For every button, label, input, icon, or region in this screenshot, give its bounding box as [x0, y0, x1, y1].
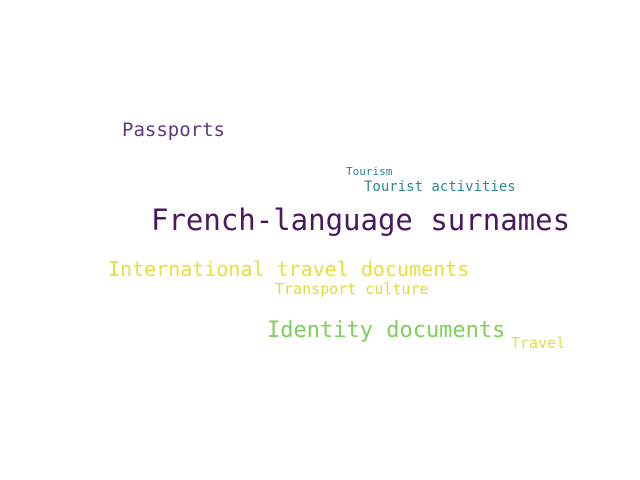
word-international-travel-documents: International travel documents [108, 257, 470, 281]
word-cloud: Passports Tourism Tourist activities Fre… [0, 0, 640, 480]
word-passports: Passports [122, 119, 225, 141]
word-tourist-activities: Tourist activities [364, 179, 516, 195]
word-identity-documents: Identity documents [267, 318, 506, 343]
word-tourism: Tourism [346, 165, 393, 178]
word-transport-culture: Transport culture [275, 280, 429, 298]
word-french-language-surnames: French-language surnames [151, 203, 571, 237]
word-travel: Travel [511, 334, 566, 352]
